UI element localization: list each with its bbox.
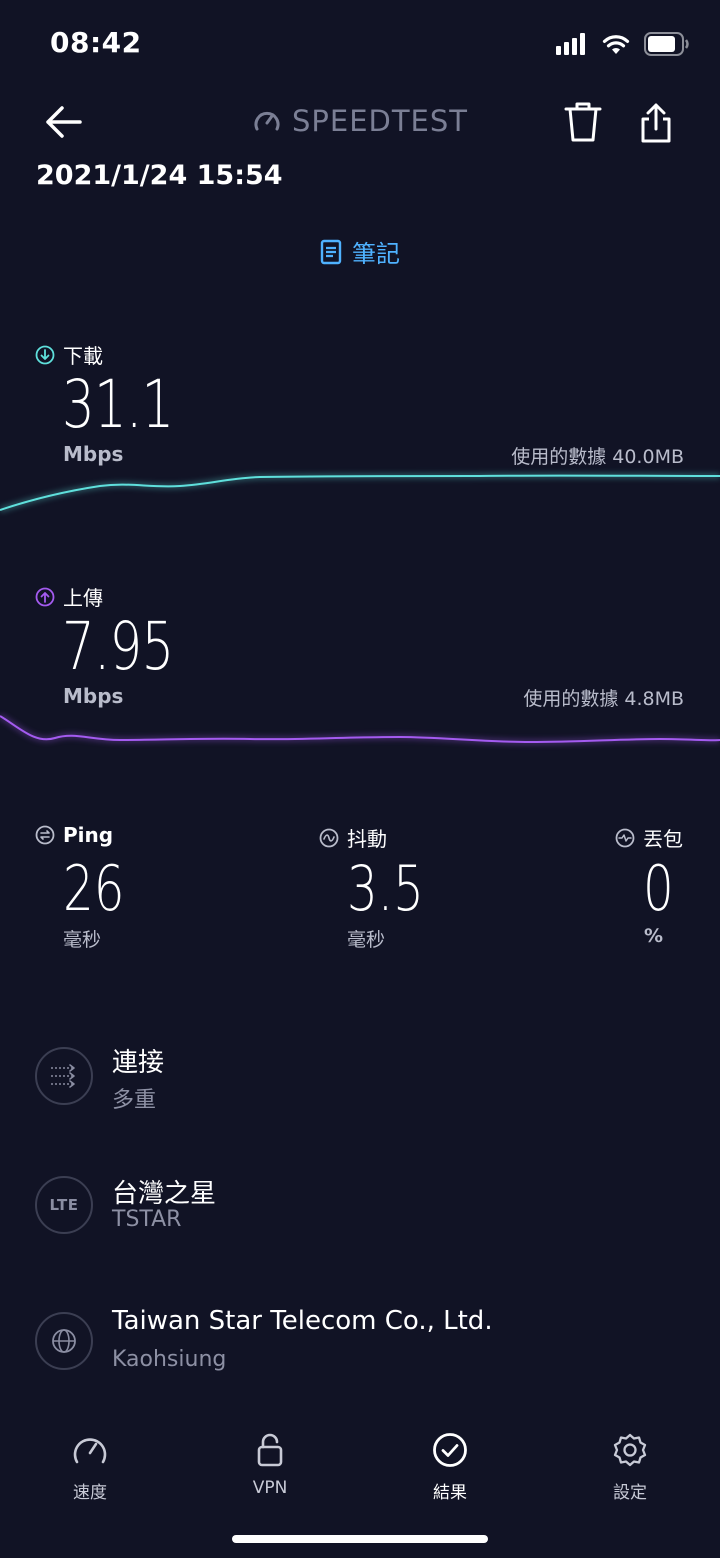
delete-button[interactable] — [562, 100, 604, 144]
upload-label-text: 上傳 — [63, 586, 103, 610]
ping-label: Ping — [35, 823, 113, 847]
provider-title: 台灣之星 — [112, 1179, 217, 1209]
tab-settings-label: 設定 — [613, 1483, 647, 1503]
wifi-icon — [602, 35, 630, 54]
jitter-icon — [319, 828, 339, 847]
jitter-label-text: 抖動 — [347, 827, 387, 851]
lte-icon: LTE — [49, 1196, 79, 1214]
status-time: 08:42 — [50, 26, 142, 59]
ping-unit: 毫秒 — [63, 929, 102, 951]
packet-loss-icon — [615, 828, 635, 847]
packet-loss-unit: % — [644, 925, 664, 947]
connection-subtitle: 多重 — [112, 1088, 157, 1113]
jitter-value: 3.5 — [347, 852, 424, 925]
globe-icon — [52, 1329, 76, 1353]
trash-icon — [564, 102, 602, 142]
download-icon — [35, 345, 55, 364]
tab-settings[interactable]: 設定 — [570, 1432, 690, 1503]
speedometer-logo-icon — [254, 111, 280, 131]
status-icons — [556, 30, 690, 58]
packet-loss-value: 0 — [643, 852, 674, 925]
notes-icon — [320, 239, 342, 264]
provider-subtitle: TSTAR — [112, 1207, 182, 1232]
upload-value: 7.95 — [62, 608, 174, 685]
notes-label: 筆記 — [352, 240, 400, 268]
brand-logo: SPEEDTEST — [0, 104, 720, 138]
ping-value: 26 — [63, 852, 125, 925]
check-circle-icon — [433, 1433, 467, 1467]
cellular-signal-icon — [556, 33, 585, 55]
download-value: 31.1 — [62, 366, 174, 443]
share-button[interactable] — [636, 102, 676, 144]
provider-icon-wrap: LTE — [35, 1176, 93, 1234]
share-icon — [641, 103, 671, 143]
upload-icon — [35, 587, 55, 606]
connection-title: 連接 — [112, 1048, 165, 1078]
ping-icon — [35, 825, 55, 845]
brand-name: SPEEDTEST — [291, 104, 469, 138]
packet-loss-label-text: 丟包 — [643, 827, 683, 851]
notes-link[interactable]: 筆記 — [0, 234, 720, 269]
connection-icon-wrap — [35, 1047, 93, 1105]
multiple-connections-icon — [51, 1064, 75, 1088]
result-date: 2021/1/24 15:54 — [36, 160, 283, 191]
ping-label-text: Ping — [63, 823, 114, 847]
upload-label: 上傳 — [35, 582, 103, 611]
server-icon-wrap — [35, 1312, 93, 1370]
download-label: 下載 — [35, 340, 103, 369]
tab-speed[interactable]: 速度 — [30, 1432, 150, 1503]
tab-vpn-label: VPN — [252, 1478, 288, 1498]
jitter-unit: 毫秒 — [347, 929, 386, 951]
tab-results[interactable]: 結果 — [390, 1432, 510, 1503]
tab-results-label: 結果 — [433, 1483, 467, 1503]
download-speed-graph — [0, 473, 720, 513]
jitter-label: 抖動 — [319, 823, 387, 852]
upload-speed-graph — [0, 713, 720, 745]
server-subtitle: Kaohsiung — [112, 1347, 227, 1372]
gear-icon — [613, 1433, 647, 1467]
download-graph-line — [0, 474, 720, 511]
home-indicator[interactable] — [232, 1535, 488, 1543]
download-label-text: 下載 — [63, 344, 103, 368]
server-title: Taiwan Star Telecom Co., Ltd. — [112, 1306, 493, 1336]
battery-icon — [644, 32, 689, 56]
lock-icon — [257, 1433, 283, 1467]
speedometer-icon — [73, 1438, 107, 1464]
packet-loss-label: 丟包 — [615, 823, 683, 852]
tab-speed-label: 速度 — [73, 1483, 107, 1503]
tab-vpn[interactable]: VPN — [210, 1432, 330, 1498]
